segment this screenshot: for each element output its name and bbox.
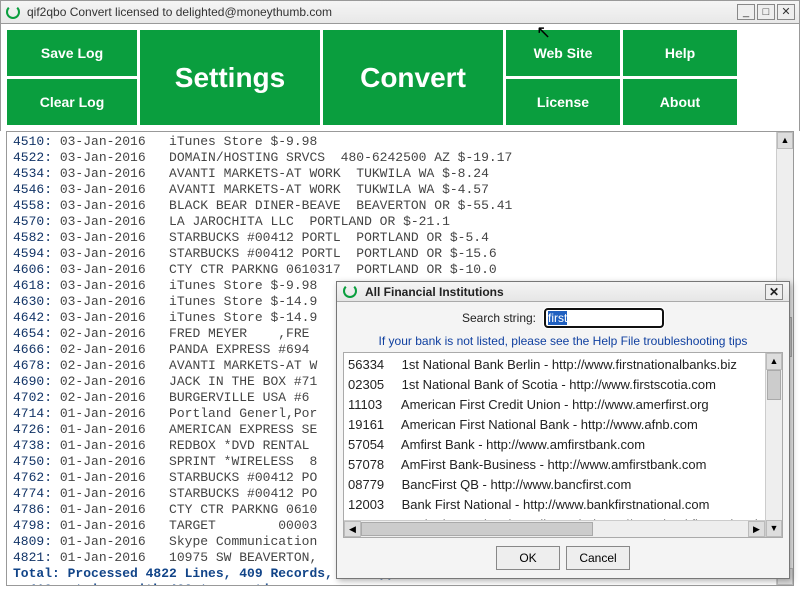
list-vscrollbar[interactable]: ▲ ▼ [765,353,782,537]
scroll-thumb[interactable] [767,370,781,400]
log-line: 4522: 03-Jan-2016 DOMAIN/HOSTING SRVCS 4… [13,150,787,166]
log-line: 4558: 03-Jan-2016 BLACK BEAR DINER-BEAVE… [13,198,787,214]
settings-button[interactable]: Settings [140,30,320,125]
license-button[interactable]: License [506,79,620,125]
dialog-titlebar: All Financial Institutions ✕ [337,282,789,302]
log-summary: 410 entries, with 409 transactions were … [13,582,787,585]
about-button[interactable]: About [623,79,737,125]
log-line: 4570: 03-Jan-2016 LA JAROCHITA LLC PORTL… [13,214,787,230]
close-button[interactable]: ✕ [777,4,795,20]
bank-list-item[interactable]: 57078 AmFirst Bank-Business - http://www… [348,455,778,475]
log-line: 4510: 03-Jan-2016 iTunes Store $-9.98 [13,134,787,150]
convert-button[interactable]: Convert [323,30,503,125]
cancel-button[interactable]: Cancel [566,546,630,570]
log-line: 4606: 03-Jan-2016 CTY CTR PARKNG 0610317… [13,262,787,278]
search-row: Search string: [337,302,789,334]
bank-list-item[interactable]: 02305 1st National Bank of Scotia - http… [348,375,778,395]
help-tip-link[interactable]: If your bank is not listed, please see t… [337,334,789,352]
scroll-right-icon[interactable]: ▶ [748,521,765,537]
web-site-button[interactable]: Web Site [506,30,620,76]
help-button[interactable]: Help [623,30,737,76]
scroll-down-icon[interactable]: ▼ [766,520,782,537]
bank-list: 56334 1st National Bank Berlin - http://… [343,352,783,538]
ok-button[interactable]: OK [496,546,560,570]
dialog-icon [343,284,359,300]
bank-list-item[interactable]: 08779 BancFirst QB - http://www.bancfirs… [348,475,778,495]
dialog-close-button[interactable]: ✕ [765,284,783,300]
dialog-title: All Financial Institutions [365,285,765,299]
log-line: 4582: 03-Jan-2016 STARBUCKS #00412 PORTL… [13,230,787,246]
bank-list-item[interactable]: 19161 American First National Bank - htt… [348,415,778,435]
log-line: 4534: 03-Jan-2016 AVANTI MARKETS-AT WORK… [13,166,787,182]
bank-list-item[interactable]: 11103 American First Credit Union - http… [348,395,778,415]
log-line: 4594: 03-Jan-2016 STARBUCKS #00412 PORTL… [13,246,787,262]
toolbar: Save Log Clear Log Settings Convert Web … [0,24,800,131]
titlebar: qif2qbo Convert licensed to delighted@mo… [0,0,800,24]
app-icon [5,4,21,20]
minimize-button[interactable]: _ [737,4,755,20]
bank-list-item[interactable]: 57054 Amfirst Bank - http://www.amfirstb… [348,435,778,455]
list-hscrollbar[interactable]: ◀ ▶ [344,520,765,537]
search-label: Search string: [462,311,536,325]
clear-log-button[interactable]: Clear Log [7,79,137,125]
scroll-left-icon[interactable]: ◀ [344,521,361,537]
window-title: qif2qbo Convert licensed to delighted@mo… [27,5,737,19]
scroll-up-icon[interactable]: ▲ [777,132,793,149]
bank-list-item[interactable]: 12003 Bank First National - http://www.b… [348,495,778,515]
financial-institutions-dialog: All Financial Institutions ✕ Search stri… [336,281,790,579]
bank-list-item[interactable]: 56334 1st National Bank Berlin - http://… [348,355,778,375]
scroll-up-icon[interactable]: ▲ [766,353,782,370]
search-input[interactable] [544,308,664,328]
log-line: 4546: 03-Jan-2016 AVANTI MARKETS-AT WORK… [13,182,787,198]
maximize-button[interactable]: □ [757,4,775,20]
scroll-thumb[interactable] [361,522,593,536]
save-log-button[interactable]: Save Log [7,30,137,76]
